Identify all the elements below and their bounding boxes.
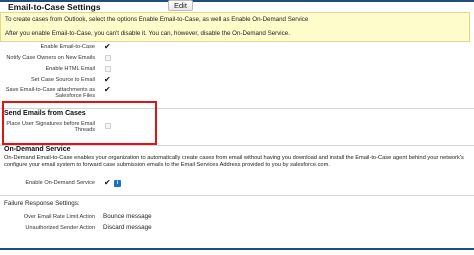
info-icon[interactable]: i: [114, 180, 121, 187]
check-icon[interactable]: ✔: [104, 86, 111, 94]
setting-label-enable-html-email: Enable HTML Email: [45, 66, 95, 72]
on-demand-description-line2: configure your email system to forward c…: [4, 162, 330, 168]
setting-label-save-attachments-line2: Salesforce Files: [55, 93, 95, 100]
on-demand-heading: On-Demand Service: [4, 146, 71, 153]
setting-label-enable-email-to-case: Enable Email-to-Case: [40, 44, 95, 50]
edit-button[interactable]: Edit: [168, 0, 193, 11]
check-icon[interactable]: ✔: [104, 76, 111, 84]
info-box: To create cases from Outlook, select the…: [0, 12, 470, 42]
over-rate-limit-label: Over Email Rate Limit Action: [23, 214, 95, 220]
setting-label-case-source-email: Set Case Source to Email: [30, 77, 95, 83]
setting-label-notify-owners: Notify Case Owners on New Emails: [6, 55, 95, 61]
setting-label-save-attachments: Save Email-to-Case attachments as Salesf…: [0, 87, 95, 99]
highlight-box: [2, 101, 157, 145]
info-line-2: After you enable Email-to-Case, you can'…: [5, 30, 290, 37]
divider: [0, 145, 474, 146]
divider: [0, 195, 474, 196]
check-icon[interactable]: ✔: [104, 43, 111, 51]
enable-html-email-checkbox[interactable]: [105, 66, 111, 72]
info-line-1: To create cases from Outlook, select the…: [5, 16, 309, 23]
notify-owners-checkbox[interactable]: [105, 55, 111, 61]
unauthorized-sender-value: Discard message: [103, 224, 152, 231]
over-rate-limit-value: Bounce message: [103, 213, 152, 220]
section-title: Email-to-Case Settings: [8, 2, 101, 12]
failure-response-heading: Failure Response Settings:: [4, 200, 80, 207]
on-demand-description-line1: On-Demand Email-to-Case enables your org…: [4, 155, 464, 161]
bottom-border: [0, 248, 474, 250]
enable-on-demand-label: Enable On-Demand Service: [25, 180, 95, 186]
check-icon[interactable]: ✔: [104, 179, 111, 187]
unauthorized-sender-label: Unauthorized Sender Action: [25, 225, 95, 231]
